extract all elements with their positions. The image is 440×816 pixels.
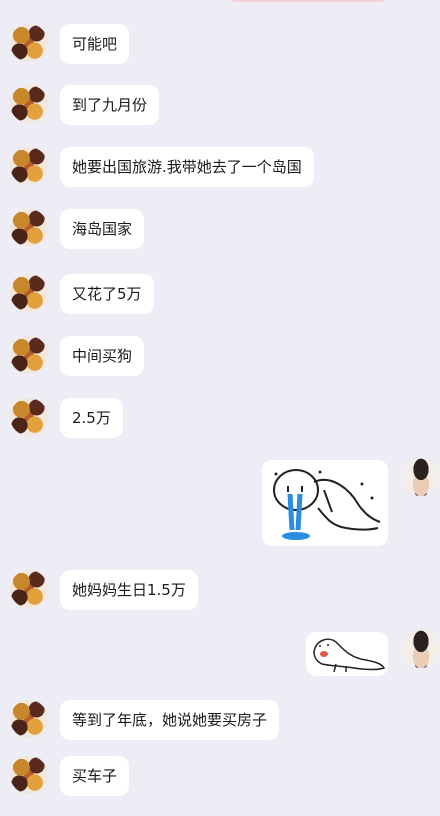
message-bubble[interactable]: 海岛国家 (60, 209, 145, 249)
contact-avatar[interactable] (10, 274, 48, 312)
contact-avatar[interactable] (10, 756, 48, 794)
message-row: 又花了5万 (0, 272, 440, 318)
sticker-bubble[interactable] (306, 632, 388, 676)
message-bubble[interactable]: 她要出国旅游.我带她去了一个岛国 (60, 147, 314, 187)
previous-message-bubble[interactable] (228, 0, 388, 2)
contact-avatar[interactable] (10, 570, 48, 608)
contact-avatar[interactable] (10, 398, 48, 436)
message-bubble[interactable]: 可能吧 (60, 24, 130, 64)
message-row: 等到了年底，她说她要买房子 (0, 698, 440, 744)
message-row: 她要出国旅游.我带她去了一个岛国 (0, 145, 440, 191)
message-row (0, 458, 440, 550)
message-bubble[interactable]: 买车子 (60, 756, 130, 796)
contact-avatar[interactable] (10, 24, 48, 62)
message-row (0, 630, 440, 680)
contact-avatar[interactable] (10, 147, 48, 185)
message-bubble[interactable]: 等到了年底，她说她要买房子 (60, 700, 280, 740)
message-row: 买车子 (0, 754, 440, 800)
message-bubble[interactable]: 中间买狗 (60, 336, 145, 376)
message-bubble[interactable]: 又花了5万 (60, 274, 154, 314)
contact-avatar[interactable] (10, 336, 48, 374)
message-row: 中间买狗 (0, 334, 440, 380)
crying-stick-figure-sticker (273, 469, 381, 540)
seal-sticker (313, 638, 386, 673)
sticker-bubble[interactable] (262, 460, 388, 546)
user-avatar[interactable] (402, 630, 440, 668)
message-bubble[interactable]: 到了九月份 (60, 85, 160, 125)
contact-avatar[interactable] (10, 209, 48, 247)
message-row: 可能吧 (0, 22, 440, 68)
message-bubble[interactable]: 2.5万 (60, 398, 123, 438)
message-bubble[interactable]: 她妈妈生日1.5万 (60, 570, 198, 610)
message-row: 她妈妈生日1.5万 (0, 568, 440, 614)
contact-avatar[interactable] (10, 85, 48, 123)
contact-avatar[interactable] (10, 700, 48, 738)
message-row: 到了九月份 (0, 83, 440, 129)
message-row: 海岛国家 (0, 207, 440, 253)
message-row: 2.5万 (0, 396, 440, 442)
user-avatar[interactable] (402, 458, 440, 496)
